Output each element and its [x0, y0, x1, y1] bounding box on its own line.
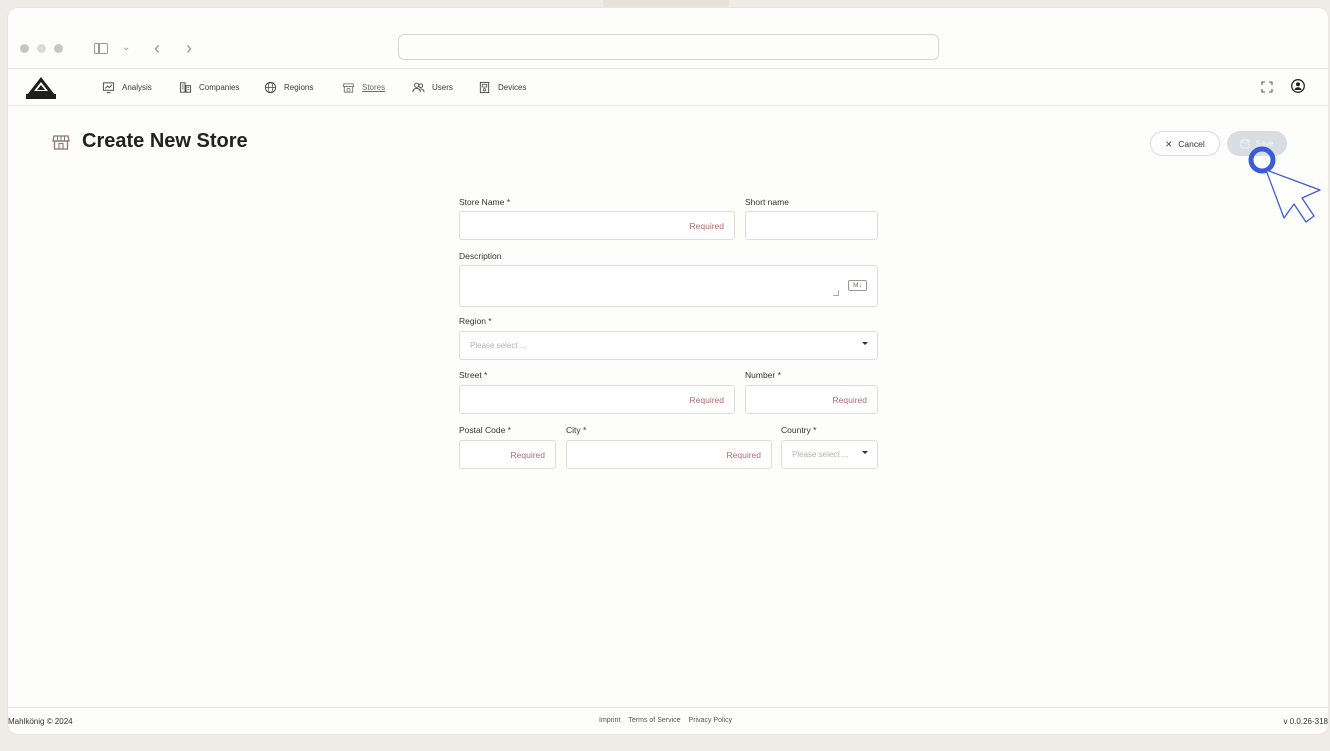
nav-item-devices[interactable]: Devices [478, 81, 526, 94]
nav-item-users[interactable]: Users [412, 81, 453, 94]
fullscreen-icon[interactable] [1261, 81, 1273, 93]
back-arrow-icon[interactable]: ‹ [154, 39, 160, 57]
number-label: Number * [745, 370, 781, 380]
postal-code-input[interactable]: Required [459, 440, 556, 469]
sidebar-toggle-icon[interactable] [94, 43, 108, 54]
region-select[interactable]: Please select ... [459, 331, 878, 360]
window-minimize-dot[interactable] [37, 44, 46, 53]
cancel-label: Cancel [1178, 138, 1205, 149]
browser-window: ⌄ ‹ › Analysis Companies Regions Stores [8, 8, 1328, 734]
pointer-cursor-icon [1248, 146, 1321, 223]
terms-link[interactable]: Terms of Service [628, 717, 680, 724]
page-header: Create New Store [52, 130, 248, 153]
city-input[interactable]: Required [566, 440, 772, 469]
address-bar[interactable] [398, 34, 939, 60]
globe-icon [264, 81, 277, 94]
app-nav-bar: Analysis Companies Regions Stores Users … [8, 68, 1328, 106]
nav-label: Analysis [122, 83, 152, 92]
forward-arrow-icon[interactable]: › [186, 39, 192, 57]
nav-label: Regions [284, 83, 314, 92]
required-hint: Required [832, 395, 868, 405]
imprint-link[interactable]: Imprint [599, 717, 620, 724]
mahlkoenig-logo[interactable] [24, 75, 58, 101]
chart-icon [102, 82, 115, 94]
store-name-label: Store Name * [459, 197, 511, 207]
close-icon: × [1165, 136, 1173, 151]
browser-toolbar: ⌄ ‹ › [8, 8, 1328, 68]
cancel-button[interactable]: × Cancel [1150, 131, 1220, 156]
footer-links: Imprint Terms of Service Privacy Policy [599, 717, 732, 724]
number-input[interactable]: Required [745, 385, 878, 414]
nav-item-regions[interactable]: Regions [264, 81, 313, 94]
required-hint: Required [726, 450, 762, 460]
street-label: Street * [459, 370, 488, 380]
page-title: Create New Store [82, 130, 248, 152]
description-label: Description [459, 251, 502, 261]
users-icon [412, 82, 425, 93]
window-close-dot[interactable] [20, 44, 29, 53]
region-placeholder: Please select ... [470, 341, 527, 350]
user-account-icon[interactable] [1291, 79, 1305, 93]
version-text: v 0.0.26-318 [1283, 717, 1328, 726]
description-textarea[interactable]: M↓ [459, 265, 878, 307]
device-icon [479, 81, 490, 94]
copyright-text: Mahlkönig © 2024 [8, 717, 73, 726]
required-hint: Required [510, 450, 546, 460]
privacy-link[interactable]: Privacy Policy [689, 717, 733, 724]
save-label: Save [1255, 139, 1274, 148]
street-input[interactable]: Required [459, 385, 735, 414]
building-icon [179, 82, 192, 93]
country-select[interactable]: Please select ... [781, 440, 878, 469]
resize-handle-icon[interactable] [833, 290, 839, 296]
window-zoom-dot[interactable] [54, 44, 63, 53]
save-icon [1240, 139, 1250, 148]
required-hint: Required [689, 395, 725, 405]
store-name-input[interactable]: Required [459, 211, 735, 240]
nav-item-companies[interactable]: Companies [179, 81, 239, 94]
save-button[interactable]: Save [1227, 131, 1287, 156]
nav-item-stores[interactable]: Stores [342, 81, 385, 94]
page-footer: Mahlkönig © 2024 Imprint Terms of Servic… [8, 707, 1328, 734]
short-name-input[interactable] [745, 211, 878, 240]
nav-label: Companies [199, 83, 240, 92]
nav-label: Users [432, 83, 453, 92]
city-label: City * [566, 425, 587, 435]
postal-code-label: Postal Code * [459, 425, 511, 435]
nav-label: Stores [362, 83, 386, 92]
short-name-label: Short name [745, 197, 789, 207]
chevron-down-icon[interactable]: ⌄ [122, 39, 130, 57]
required-hint: Required [689, 221, 725, 231]
nav-item-analysis[interactable]: Analysis [102, 81, 152, 94]
country-placeholder: Please select ... [792, 450, 849, 459]
region-label: Region * [459, 316, 492, 326]
caret-down-icon [862, 451, 868, 454]
nav-label: Devices [498, 83, 527, 92]
markdown-icon[interactable]: M↓ [848, 280, 867, 291]
store-icon [52, 134, 70, 150]
country-label: Country * [781, 425, 817, 435]
caret-down-icon [862, 342, 868, 345]
store-icon [342, 83, 355, 93]
